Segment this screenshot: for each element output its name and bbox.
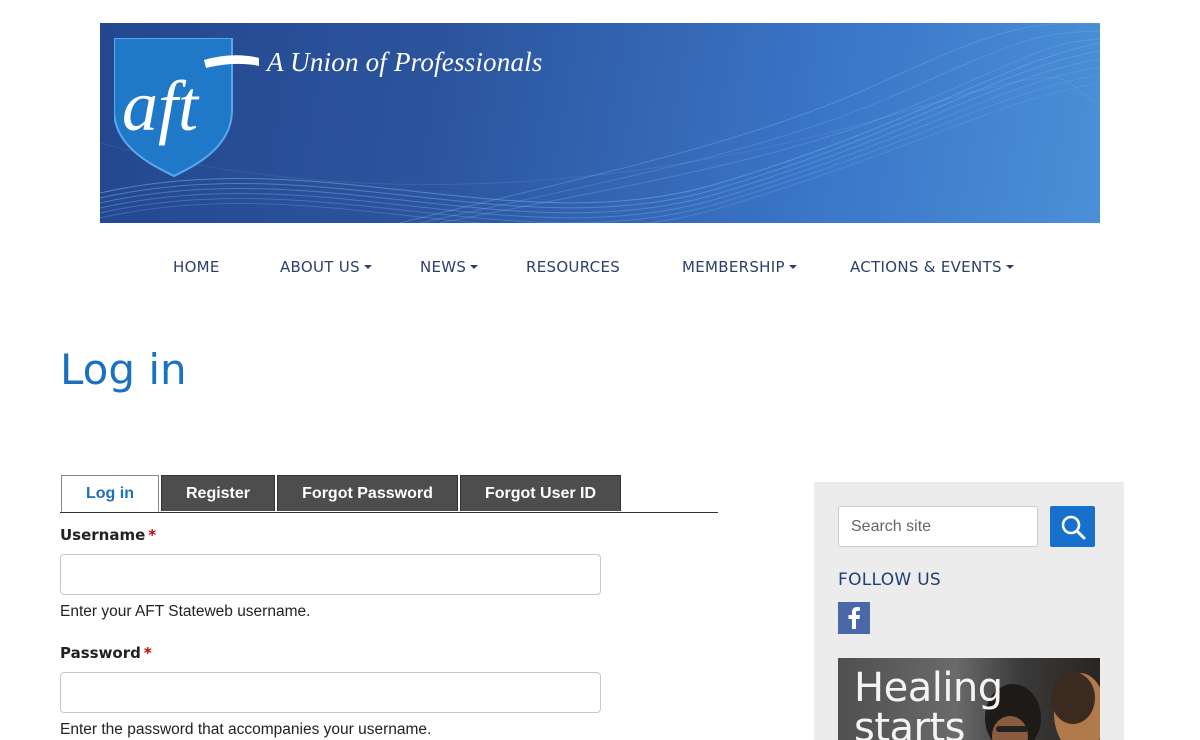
nav-item-actions-events[interactable]: ACTIONS & EVENTS (850, 258, 1014, 276)
password-field[interactable] (60, 672, 601, 713)
caret-down-icon (363, 264, 372, 269)
username-label-text: Username (60, 526, 146, 544)
svg-text:aft: aft (122, 66, 200, 146)
username-label: Username * (60, 526, 156, 544)
follow-us-heading: FOLLOW US (838, 570, 942, 590)
search-button[interactable] (1050, 506, 1095, 547)
password-label-text: Password (60, 644, 141, 662)
facebook-link[interactable] (838, 602, 870, 634)
promo-banner[interactable]: Healing starts (838, 658, 1100, 740)
search-input[interactable] (838, 506, 1038, 547)
sidebar: FOLLOW US Healing starts (814, 482, 1124, 740)
page-title: Log in (60, 345, 187, 394)
main-nav: HOME ABOUT US NEWS RESOURCES MEMBERSHIP … (0, 258, 1200, 280)
nav-item-label: MEMBERSHIP (682, 258, 785, 276)
nav-item-home[interactable]: HOME (173, 258, 220, 276)
tab-forgot-user-id[interactable]: Forgot User ID (460, 475, 621, 511)
nav-item-label: HOME (173, 258, 220, 276)
nav-item-label: RESOURCES (526, 258, 621, 276)
banner-tagline: A Union of Professionals (267, 47, 543, 77)
caret-down-icon (788, 264, 797, 269)
password-label: Password * (60, 644, 152, 662)
required-mark: * (143, 644, 152, 662)
facebook-icon (848, 607, 860, 629)
nav-item-news[interactable]: NEWS (420, 258, 479, 276)
required-mark: * (148, 526, 157, 544)
tab-forgot-password[interactable]: Forgot Password (277, 475, 458, 511)
tab-log-in[interactable]: Log in (61, 475, 159, 512)
caret-down-icon (470, 264, 479, 269)
nav-item-membership[interactable]: MEMBERSHIP (682, 258, 797, 276)
search-icon (1061, 515, 1085, 539)
caret-down-icon (1005, 264, 1014, 269)
nav-item-label: ACTIONS & EVENTS (850, 258, 1002, 276)
tab-register[interactable]: Register (161, 475, 275, 511)
account-tabs: Log in Register Forgot Password Forgot U… (60, 475, 718, 513)
password-help: Enter the password that accompanies your… (60, 721, 432, 738)
header-banner: aft A Union of Professionals (100, 23, 1100, 223)
nav-item-label: NEWS (420, 258, 467, 276)
username-help: Enter your AFT Stateweb username. (60, 603, 311, 620)
promo-text: Healing starts (854, 665, 1003, 740)
aft-logo: aft (114, 38, 259, 178)
nav-item-resources[interactable]: RESOURCES (526, 258, 620, 276)
nav-item-about-us[interactable]: ABOUT US (280, 258, 372, 276)
username-field[interactable] (60, 554, 601, 595)
nav-item-label: ABOUT US (280, 258, 360, 276)
